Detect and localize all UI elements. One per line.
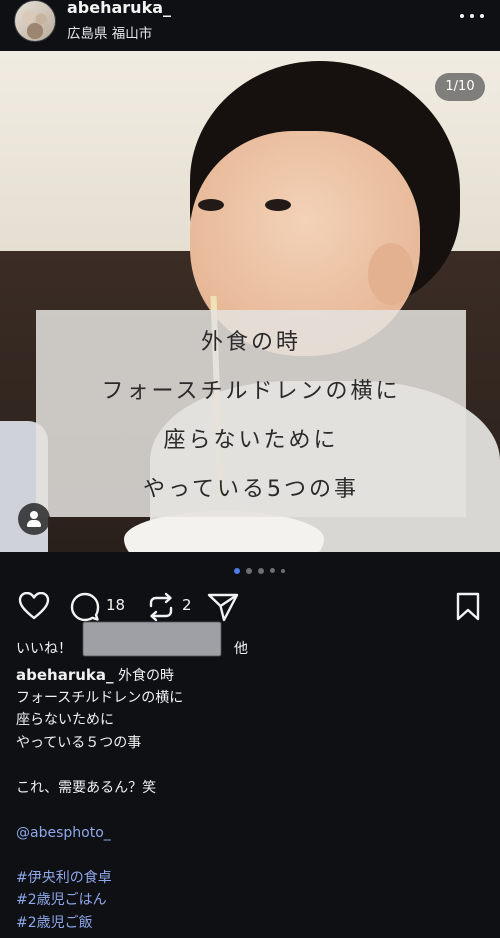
caption-first-line: abeharuka_ 外食の時 [16,664,486,687]
post-username[interactable]: abeharuka_ [67,0,171,17]
photo-ear [368,243,414,305]
caption-line: これ、需要あるん？笑 [16,779,157,796]
hashtag-link[interactable]: #2歳児ご飯 [16,912,486,935]
send-icon[interactable] [207,588,239,624]
image-text-overlay: 外食の時 フォースチルドレンの横に 座らないために やっている5つの事 [36,310,466,517]
carousel-dot [246,568,252,574]
caption-line: 座らないために [16,712,114,728]
post-header: abeharuka_ 広島県 福山市 [0,0,500,50]
carousel-dot-active [234,568,240,574]
redacted-liker-name [83,622,221,656]
comment-button[interactable]: 18 [70,588,136,624]
more-options-icon[interactable] [458,6,486,26]
carousel-dot [270,568,275,573]
tagged-people-icon[interactable] [18,503,50,535]
caption-line [16,799,486,822]
overlay-line: 外食の時 [200,330,301,355]
comment-icon [70,592,100,622]
bookmark-icon[interactable] [455,588,481,624]
carousel-dot [258,568,264,574]
action-bar: 18 2 [0,588,500,626]
caption-text: 外食の時 [117,668,174,684]
heart-icon[interactable] [18,588,50,624]
caption-username[interactable]: abeharuka_ [16,666,114,684]
post-caption: abeharuka_ 外食の時 フォースチルドレンの横に 座らないために やって… [16,664,486,934]
repost-count: 2 [182,596,192,614]
post-location[interactable]: 広島県 福山市 [67,22,152,42]
photo-eye [198,199,224,211]
carousel-dot [281,569,285,573]
image-counter: 1/10 [435,73,485,101]
likes-suffix[interactable]: 他 [234,638,248,658]
caption-line [16,844,486,867]
photo-eye [265,199,291,211]
caption-line: フォースチルドレンの横に [16,689,184,706]
carousel-indicator [0,566,500,576]
avatar[interactable] [14,0,56,42]
hashtag-link[interactable]: #2歳児ごはん [16,889,486,912]
likes-prefix: いいね！ [16,641,72,657]
repost-icon [149,592,173,622]
caption-mention[interactable]: @abesphoto_ [16,822,486,845]
hashtag-link[interactable]: #伊央利の食卓 [16,867,486,890]
caption-line: やっている５つの事 [16,734,142,751]
overlay-line: フォースチルドレンの横に [101,379,401,404]
repost-button[interactable]: 2 [146,588,194,624]
overlay-line: 座らないために [163,428,339,453]
overlay-line: やっている5つの事 [143,477,359,502]
post-image[interactable]: 1/10 外食の時 フォースチルドレンの横に 座らないために やっている5つの事 [0,51,500,552]
caption-line [16,754,486,777]
comment-count: 18 [106,596,126,614]
